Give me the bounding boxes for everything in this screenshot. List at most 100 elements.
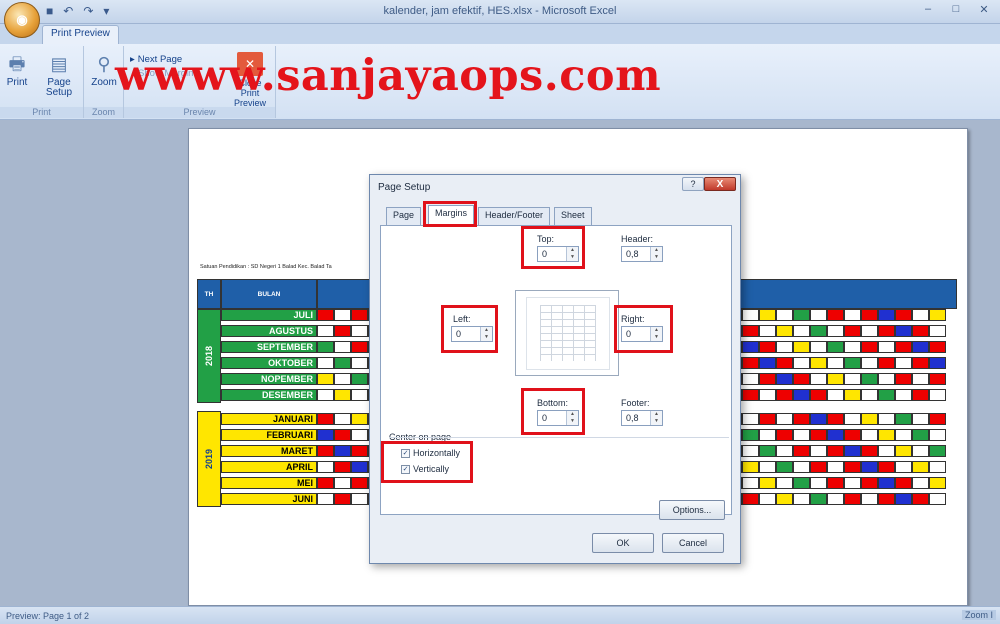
day-cell [742,325,759,337]
page-setup-dialog: Page Setup ? X Page Margins Header/Foote… [369,174,741,564]
footer-margin-input[interactable]: 0,8 ▲ ▼ [621,410,663,426]
highlight-right [614,305,673,353]
header-margin-input[interactable]: 0,8 ▲ ▼ [621,246,663,262]
day-cell [844,341,861,353]
day-cell [912,325,929,337]
group-label-preview: Preview [124,107,275,118]
day-cell [827,413,844,425]
day-cell [912,445,929,457]
day-cell [844,325,861,337]
day-cell [759,309,776,321]
zoom-indicator[interactable]: Zoom I [961,610,996,620]
page-setup-label: Page Setup [45,77,73,98]
maximize-icon[interactable]: □ [942,0,970,18]
day-cell [334,325,351,337]
day-cell [334,389,351,401]
day-cell [776,445,793,457]
status-bar: Preview: Page 1 of 2 Zoom I [0,606,1000,624]
tab-sheet[interactable]: Sheet [554,207,592,225]
print-label: Print [6,77,28,88]
day-cell [759,477,776,489]
day-cell [810,389,827,401]
day-cell [810,477,827,489]
day-cell [776,413,793,425]
help-button[interactable]: ? [682,177,704,191]
minimize-icon[interactable]: – [914,0,942,18]
day-cell [861,309,878,321]
tab-page[interactable]: Page [386,207,422,225]
day-cell [878,477,895,489]
day-cell [844,461,861,473]
day-cell [742,429,759,441]
zoom-label: Zoom [91,77,117,88]
day-cell [861,325,878,337]
day-cell [861,357,878,369]
spinner-icon[interactable]: ▲ ▼ [650,247,662,261]
day-cell [878,373,895,385]
close-icon[interactable]: ✕ [970,0,998,18]
day-cell [912,389,929,401]
day-cell [317,477,334,489]
office-button[interactable]: ◉ [4,2,40,38]
day-cell [351,373,368,385]
day-cell [317,429,334,441]
day-cell [844,493,861,505]
ok-button[interactable]: OK [592,533,654,553]
zoom-button[interactable]: ⚲ Zoom [90,52,118,88]
divider [389,437,729,438]
page-setup-icon: ▤ [50,54,68,74]
page-setup-button[interactable]: ▤ Page Setup [40,52,78,98]
day-cell [929,357,946,369]
day-cell [929,445,946,457]
day-cell [810,309,827,321]
day-cell [912,357,929,369]
dialog-close-button[interactable]: X [704,177,736,191]
day-cell [334,461,351,473]
spinner-icon[interactable]: ▲ ▼ [650,411,662,425]
group-print: 🖶 Print ▤ Page Setup Print [0,46,84,118]
tab-print-preview[interactable]: Print Preview [42,25,119,44]
day-cell [810,341,827,353]
group-label-zoom: Zoom [84,107,123,118]
day-cell [317,309,334,321]
day-cell [861,341,878,353]
cancel-button[interactable]: Cancel [662,533,724,553]
day-cell [776,477,793,489]
day-cell [776,493,793,505]
day-cell [317,325,334,337]
day-cell [742,389,759,401]
day-cell [827,325,844,337]
day-cell [844,357,861,369]
day-cell [317,389,334,401]
options-button[interactable]: Options... [659,500,725,520]
tab-header-footer[interactable]: Header/Footer [478,207,551,225]
day-cell [895,461,912,473]
day-cell [810,357,827,369]
day-cell [861,413,878,425]
day-cell [827,373,844,385]
day-cell [351,461,368,473]
day-cell [895,373,912,385]
window-controls: – □ ✕ [914,0,998,18]
day-cell [351,477,368,489]
day-cell [334,373,351,385]
day-cell [878,389,895,401]
preview-line [609,297,610,370]
day-cell [861,445,878,457]
highlight-left [441,305,498,353]
day-cell [742,309,759,321]
day-cell [929,493,946,505]
day-cell [844,413,861,425]
day-cell [929,341,946,353]
day-cell [810,429,827,441]
day-cell [759,325,776,337]
highlight-center-on-page [381,441,473,483]
day-cell [334,341,351,353]
day-cell [793,309,810,321]
day-cell [827,389,844,401]
print-button[interactable]: 🖶 Print [4,52,30,88]
bulan-header: BULAN [221,279,317,309]
title-bar: ■ ↶ ↷ ▾ kalender, jam efektif, HES.xlsx … [0,0,1000,24]
day-cell [878,429,895,441]
day-cell [793,389,810,401]
